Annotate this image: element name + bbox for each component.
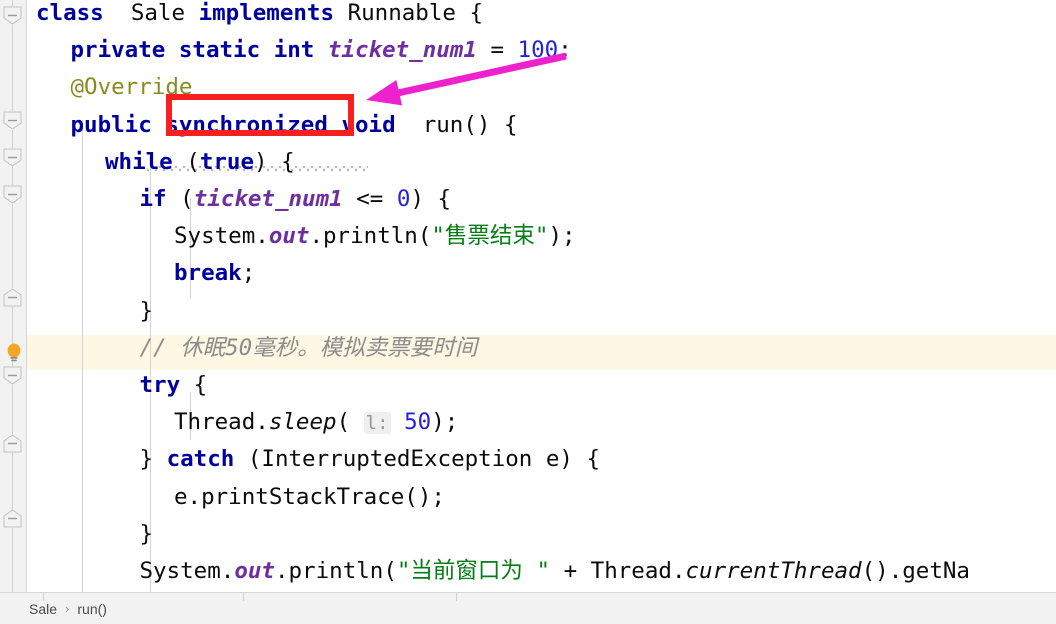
code-token: // 休眠50毫秒。模拟卖票要时间 bbox=[139, 334, 478, 361]
code-token: break bbox=[174, 260, 242, 287]
code-token: while bbox=[105, 148, 173, 175]
code-line[interactable]: } bbox=[0, 294, 154, 329]
code-token: ticket_num1 bbox=[193, 186, 343, 212]
code-token: <= bbox=[342, 186, 397, 212]
code-token: catch bbox=[166, 446, 235, 473]
code-token: Thread. bbox=[174, 409, 269, 436]
code-token: { bbox=[180, 372, 208, 398]
editor-area[interactable]: class Sale implements Runnable {private … bbox=[0, 0, 1056, 592]
code-token: true bbox=[199, 148, 255, 175]
code-token: System. bbox=[174, 223, 269, 250]
breadcrumb-tick bbox=[456, 593, 457, 601]
code-token: ( bbox=[166, 186, 194, 212]
code-token: ) { bbox=[254, 148, 295, 175]
code-token: l: bbox=[363, 412, 391, 435]
breadcrumb-tick bbox=[243, 593, 244, 601]
code-token: try bbox=[139, 372, 181, 398]
breadcrumb-item[interactable]: Sale bbox=[26, 601, 60, 617]
highlight-box-synchronized bbox=[166, 94, 354, 136]
code-token: e.printStackTrace(); bbox=[174, 483, 445, 510]
code-token: ().getNa bbox=[861, 558, 970, 584]
code-line[interactable]: @Override bbox=[0, 70, 193, 105]
code-line[interactable]: if (ticket_num1 <= 0) { bbox=[0, 182, 452, 217]
code-line[interactable]: try { bbox=[0, 368, 208, 403]
code-line[interactable]: break; bbox=[0, 256, 255, 291]
code-line[interactable]: class Sale implements Runnable { bbox=[0, 0, 483, 31]
code-line[interactable]: private static int ticket_num1 = 100; bbox=[0, 33, 572, 68]
code-token: Runnable { bbox=[334, 0, 484, 26]
code-token: implements bbox=[198, 0, 335, 26]
code-token: 0 bbox=[396, 186, 411, 212]
code-token: } bbox=[139, 297, 154, 324]
code-token: "当前窗口为 " bbox=[396, 558, 551, 584]
code-token: run() { bbox=[395, 111, 518, 138]
code-token: .println( bbox=[274, 558, 397, 584]
code-token: 100 bbox=[517, 37, 559, 64]
code-token: } bbox=[139, 446, 167, 473]
code-token: = bbox=[476, 37, 518, 64]
code-line[interactable]: while (true) { bbox=[0, 145, 295, 180]
code-token: "售票结束" bbox=[431, 223, 549, 250]
code-line[interactable]: } bbox=[0, 517, 154, 552]
breadcrumb[interactable]: Sale › run() bbox=[0, 593, 110, 624]
code-token: sleep bbox=[268, 409, 337, 436]
code-line[interactable]: // 休眠50毫秒。模拟卖票要时间 bbox=[0, 331, 478, 366]
code-token: out bbox=[234, 558, 275, 584]
breadcrumb-bar[interactable]: Sale › run() bbox=[0, 592, 1056, 624]
breadcrumb-chevron-icon: › bbox=[65, 601, 70, 616]
code-token: if bbox=[139, 186, 167, 212]
code-token: class bbox=[36, 0, 104, 26]
code-token: + Thread. bbox=[550, 558, 686, 584]
code-token: ); bbox=[548, 223, 576, 250]
code-line[interactable]: System.out.println("售票结束"); bbox=[0, 219, 576, 254]
code-token: (InterruptedException e) { bbox=[234, 446, 601, 473]
code-line[interactable]: System.out.println("当前窗口为 " + Thread.cur… bbox=[0, 554, 970, 589]
code-line[interactable]: } catch (InterruptedException e) { bbox=[0, 442, 601, 477]
code-token: Sale bbox=[103, 0, 199, 26]
code-token: 50 bbox=[404, 409, 432, 436]
code-token: ); bbox=[431, 409, 459, 436]
code-token: ( bbox=[172, 148, 200, 175]
code-token: currentThread bbox=[685, 558, 862, 584]
code-token: public bbox=[70, 111, 152, 138]
code-line[interactable]: Thread.sleep( l: 50); bbox=[0, 405, 458, 440]
code-token: ( bbox=[336, 409, 364, 436]
code-editor-window: class Sale implements Runnable {private … bbox=[0, 0, 1056, 624]
code-token: out bbox=[268, 223, 310, 250]
code-token: ) { bbox=[410, 186, 452, 212]
code-token: System. bbox=[139, 558, 235, 584]
code-token: } bbox=[139, 520, 154, 547]
breadcrumb-item[interactable]: run() bbox=[74, 601, 110, 617]
code-token: .println( bbox=[309, 223, 432, 250]
code-token: private static int bbox=[70, 37, 315, 64]
code-token: ; bbox=[558, 37, 572, 64]
code-token: ; bbox=[241, 260, 256, 287]
code-line[interactable]: e.printStackTrace(); bbox=[0, 480, 445, 515]
code-token: ticket_num1 bbox=[327, 37, 477, 64]
